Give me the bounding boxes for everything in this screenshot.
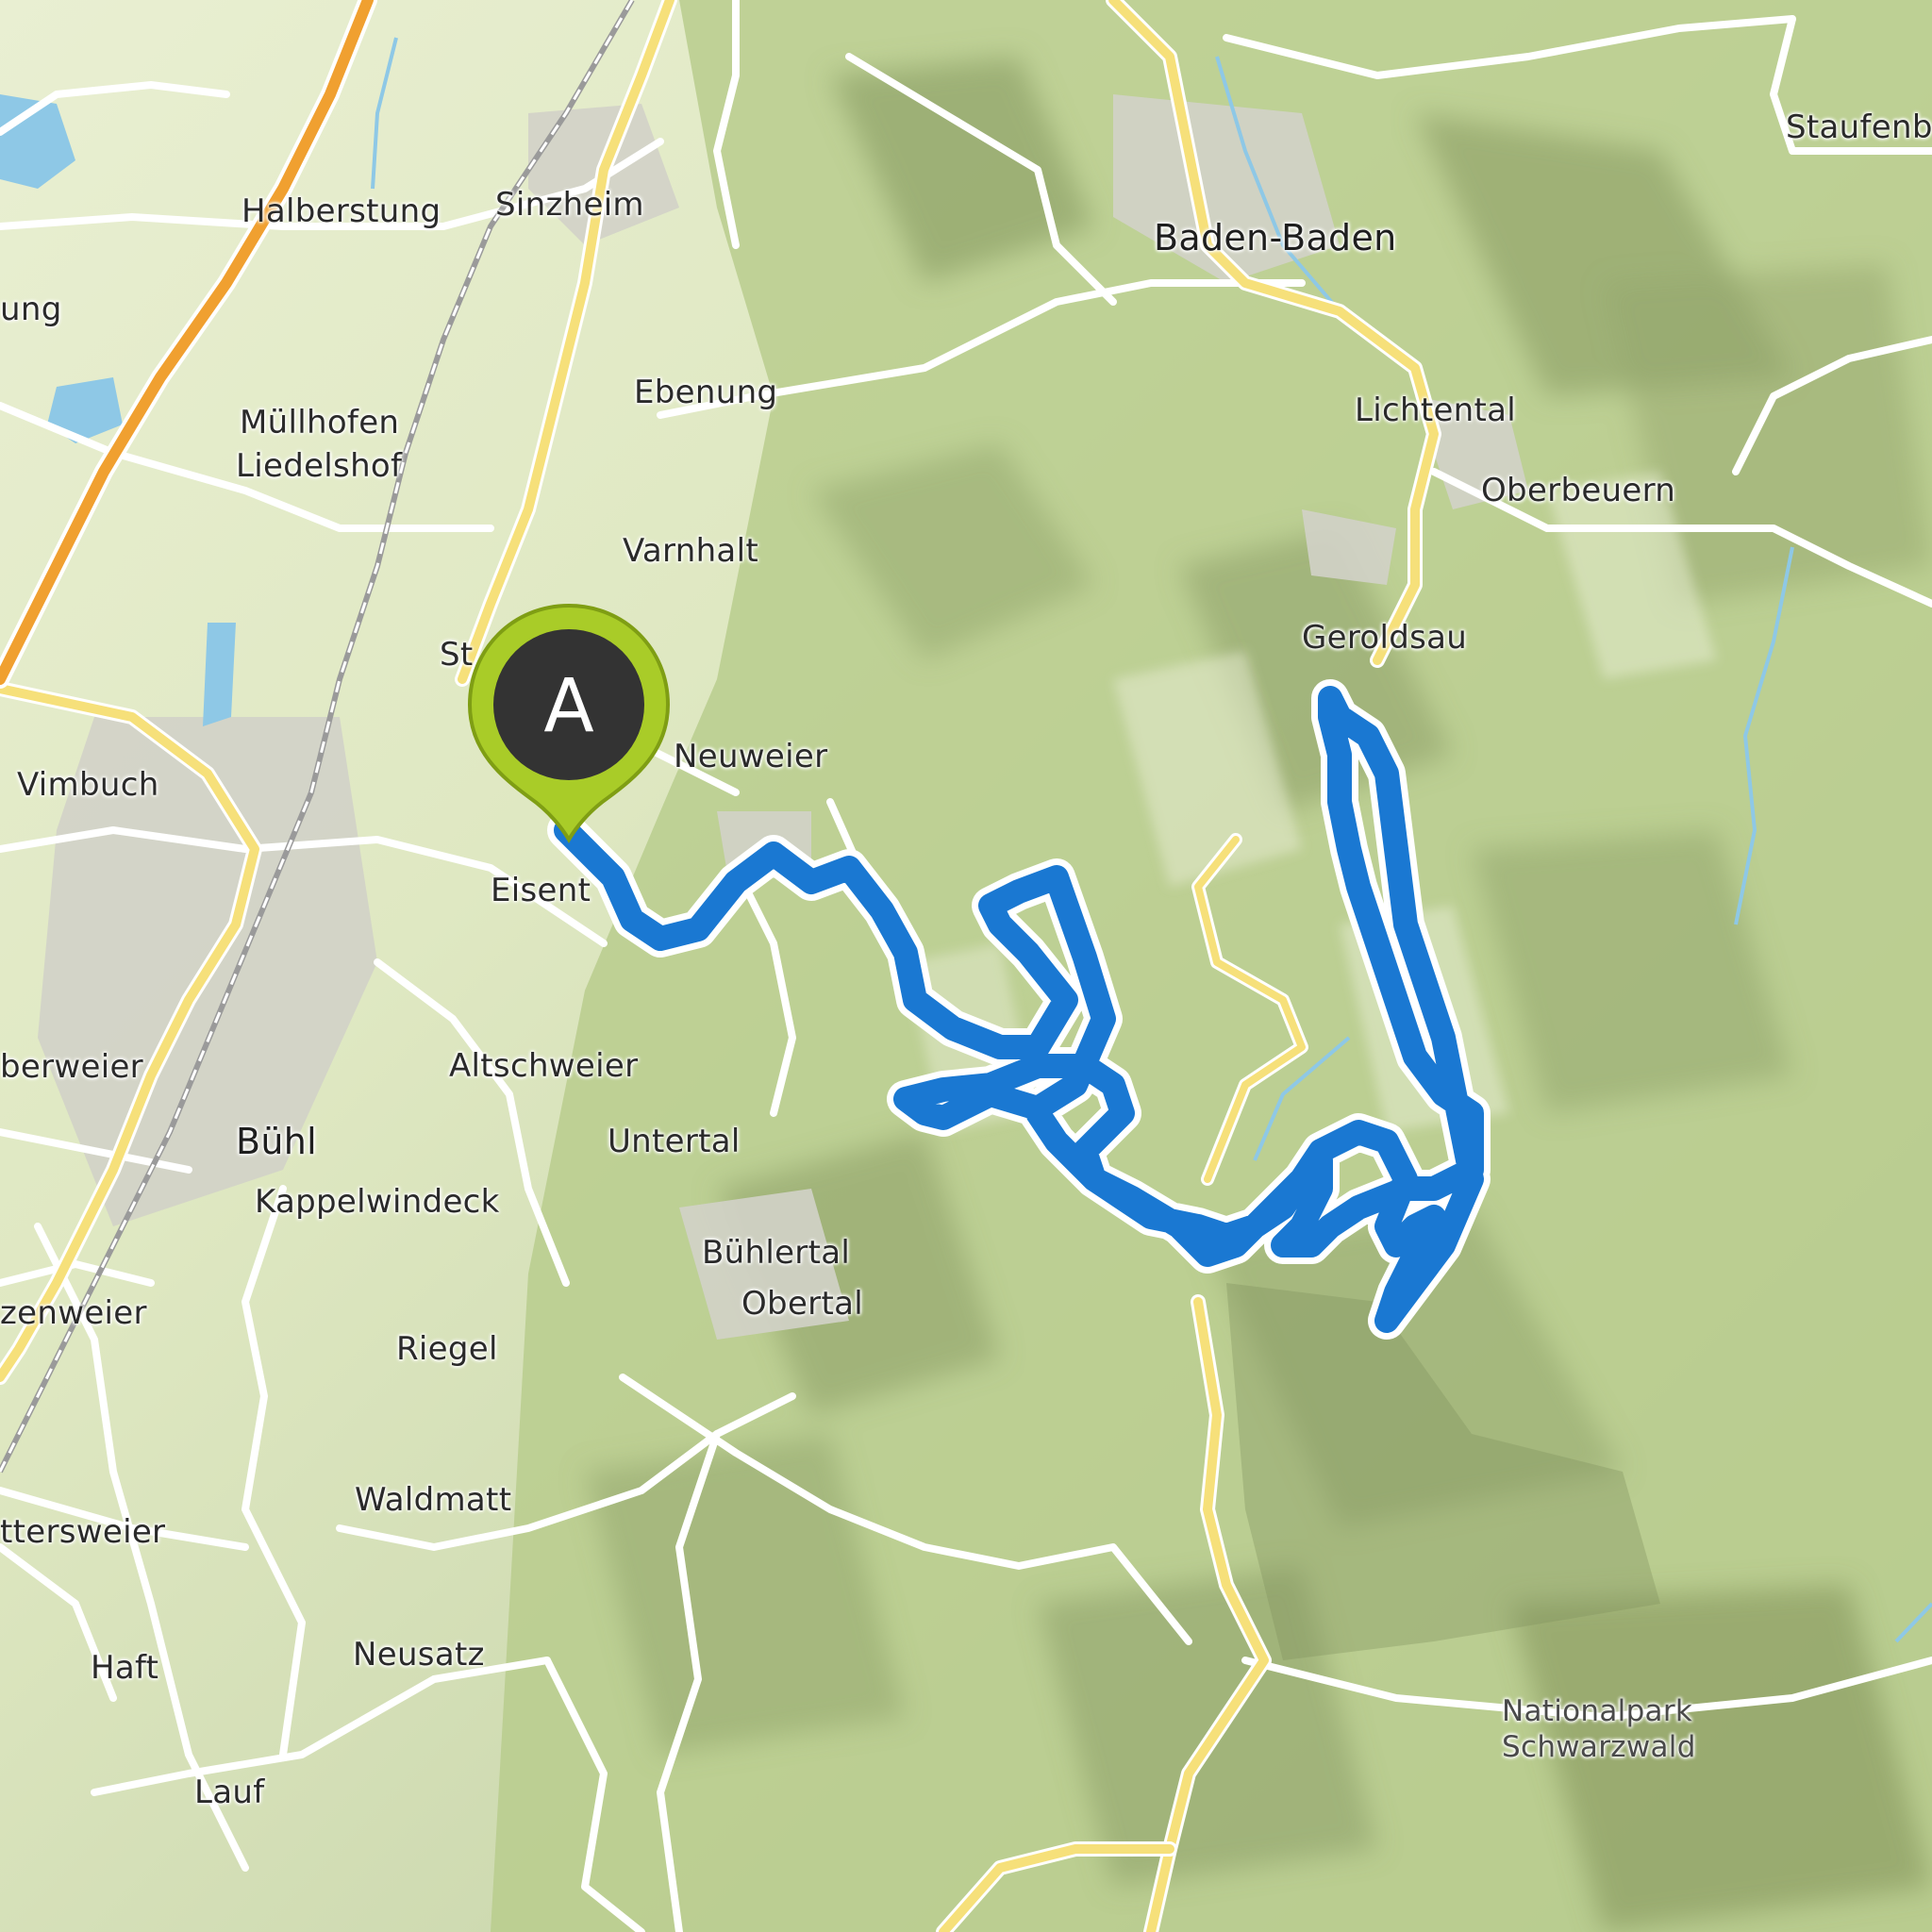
place-label-sinzheim: Sinzheim <box>495 186 644 224</box>
place-label-altschweier: Altschweier <box>449 1047 639 1085</box>
place-label-vimbuch: Vimbuch <box>17 766 159 804</box>
place-label-baden-baden: Baden-Baden <box>1154 217 1397 258</box>
place-label-riegel: Riegel <box>396 1330 498 1368</box>
place-label-haft: Haft <box>91 1649 159 1687</box>
place-label-nationalpark: Nationalpark <box>1502 1694 1693 1728</box>
place-label-ottersweier: ttersweier <box>0 1513 166 1551</box>
place-label-varnhalt: Varnhalt <box>623 532 758 570</box>
place-label-ung: ung <box>0 291 62 328</box>
place-label-oberweier: berweier <box>0 1048 143 1086</box>
place-label-halberstung: Halberstung <box>242 192 441 230</box>
map-view[interactable]: Halberstung Sinzheim Baden-Baden Staufen… <box>0 0 1932 1932</box>
place-label-buehl: Bühl <box>236 1121 317 1162</box>
place-label-muellhofen: Müllhofen <box>240 404 400 441</box>
place-label-staufenberg: Staufenb <box>1786 108 1932 146</box>
place-label-untertal: Untertal <box>608 1123 741 1160</box>
place-label-lauf: Lauf <box>194 1774 265 1811</box>
place-label-zenweier: zenweier <box>0 1294 147 1332</box>
place-label-lichtental: Lichtental <box>1355 391 1517 429</box>
place-label-eisental: Eisent <box>491 872 591 909</box>
marker-letter: A <box>543 664 593 749</box>
place-label-ebenung: Ebenung <box>634 374 778 411</box>
place-label-geroldsau: Geroldsau <box>1302 619 1468 657</box>
place-label-neusatz: Neusatz <box>353 1636 485 1674</box>
place-label-neuweier: Neuweier <box>674 738 828 775</box>
place-label-liedelshof: Liedelshof <box>236 447 403 485</box>
place-label-schwarzwald: Schwarzwald <box>1502 1730 1696 1764</box>
map-canvas <box>0 0 1932 1932</box>
place-label-obertal: Obertal <box>741 1285 863 1323</box>
place-label-buehlertal: Bühlertal <box>702 1234 851 1272</box>
start-marker[interactable]: A <box>464 602 674 843</box>
place-label-waldmatt: Waldmatt <box>355 1481 512 1519</box>
place-label-oberbeuern: Oberbeuern <box>1481 472 1676 509</box>
place-label-kappelwindeck: Kappelwindeck <box>255 1183 500 1221</box>
